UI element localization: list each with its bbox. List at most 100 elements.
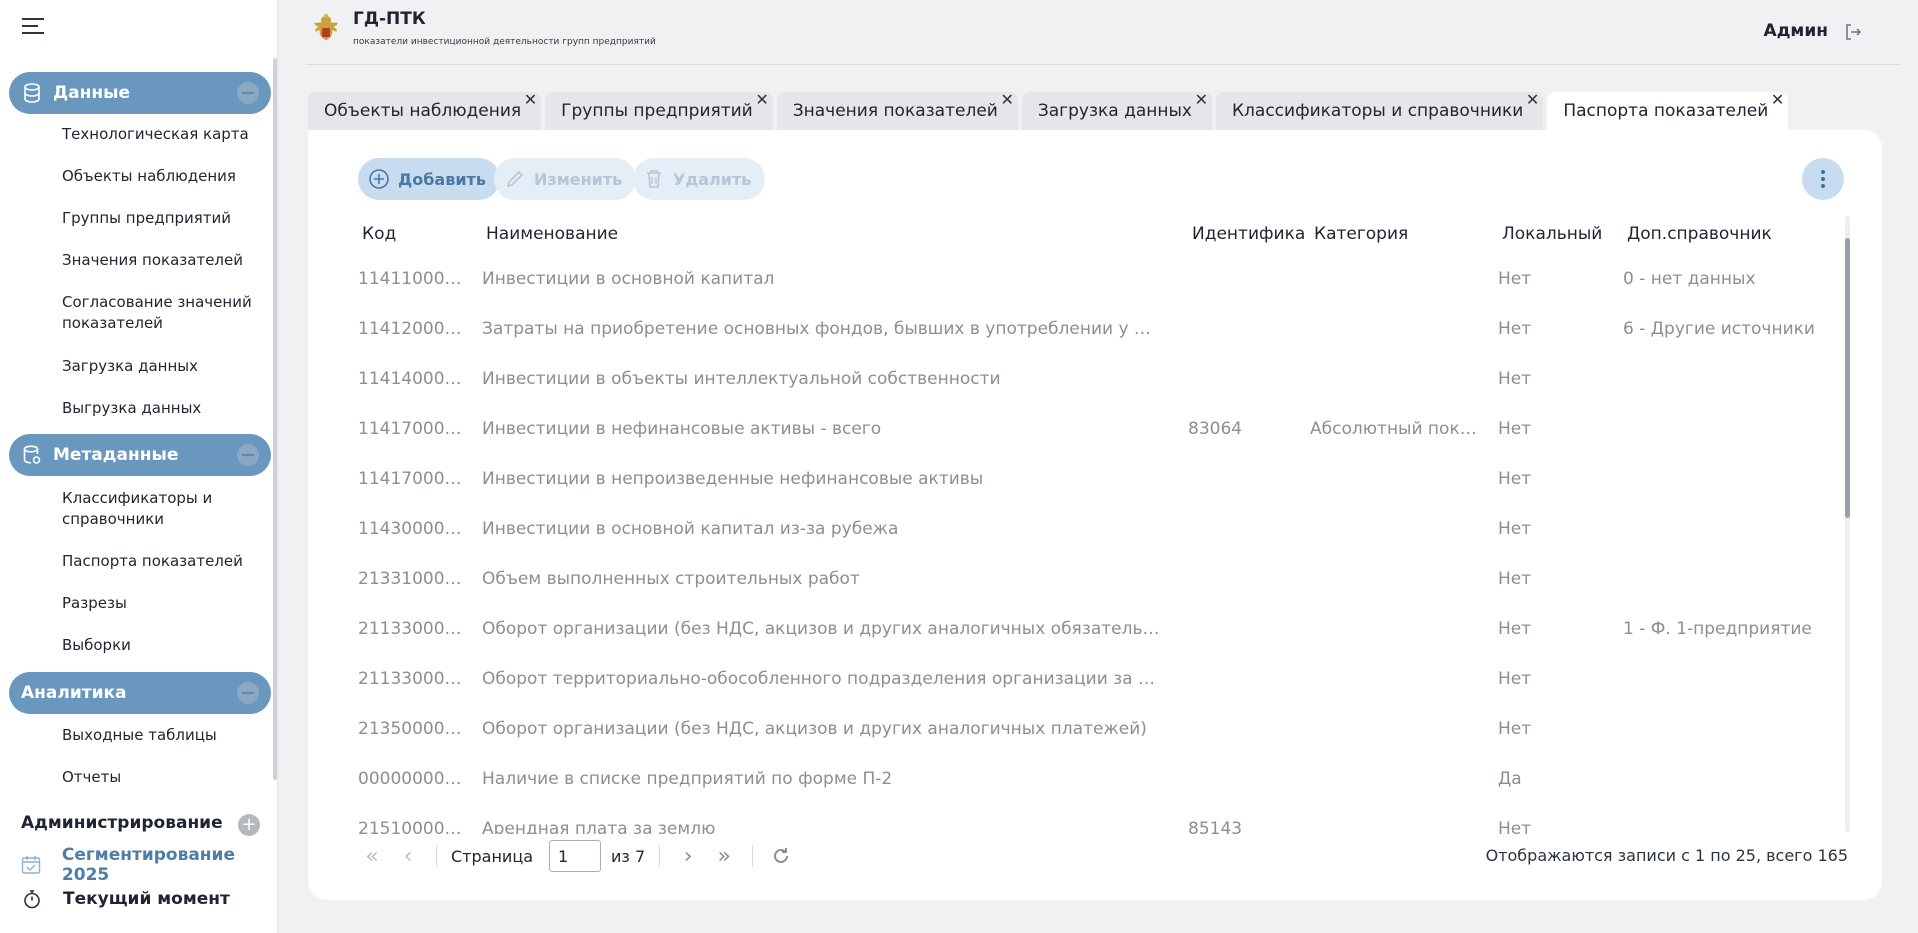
- menu-icon[interactable]: [22, 18, 44, 36]
- cell-identifier: [1188, 554, 1300, 604]
- table-row[interactable]: 000000000... Наличие в списке предприяти…: [358, 754, 1818, 804]
- cell-name: Инвестиции в основной капитал: [482, 269, 775, 289]
- cell-identifier: [1188, 704, 1300, 754]
- collapse-icon[interactable]: [237, 444, 259, 466]
- page-count: из 7: [611, 846, 646, 866]
- column-header-extra-directory[interactable]: Доп.справочник: [1627, 214, 1822, 254]
- records-info: Отображаются записи с 1 по 25, всего 165: [1485, 846, 1848, 865]
- tab-upload[interactable]: Загрузка данных ✕: [1021, 92, 1212, 130]
- close-icon[interactable]: ✕: [1000, 92, 1013, 108]
- table-row[interactable]: 114170002... Инвестиции в непроизведенны…: [358, 454, 1818, 504]
- table-row[interactable]: 114140002... Инвестиции в объекты интелл…: [358, 354, 1818, 404]
- first-page-icon[interactable]: «: [358, 842, 386, 870]
- sidebar-section-analytics[interactable]: Аналитика: [9, 672, 271, 714]
- cell-local: Да: [1498, 769, 1522, 789]
- app-subtitle: показатели инвестиционной деятельности г…: [353, 37, 656, 47]
- add-button-label: Добавить: [398, 169, 486, 189]
- sidebar-item-sections[interactable]: Разрезы: [62, 593, 262, 614]
- trash-icon: [643, 168, 665, 190]
- table-row[interactable]: 114300002... Инвестиции в основной капит…: [358, 504, 1818, 554]
- content-panel: Добавить Изменить Удалить Код Наименован…: [308, 130, 1882, 900]
- table-row[interactable]: 211330002... Оборот территориально-обосо…: [358, 654, 1818, 704]
- tab-passports[interactable]: Паспорта показателей ✕: [1547, 92, 1789, 130]
- collapse-icon[interactable]: [237, 682, 259, 704]
- page-number-input[interactable]: [549, 840, 602, 872]
- edit-button[interactable]: Изменить: [494, 158, 637, 200]
- table-row[interactable]: 114170002... Инвестиции в нефинансовые а…: [358, 404, 1818, 454]
- table-row[interactable]: 114120002... Затраты на приобретение осн…: [358, 304, 1818, 354]
- logout-icon[interactable]: [1844, 23, 1862, 41]
- refresh-icon[interactable]: [767, 842, 795, 870]
- table-row[interactable]: 211330002... Оборот организации (без НДС…: [358, 604, 1818, 654]
- sidebar-section-title: Аналитика: [21, 683, 127, 703]
- close-icon[interactable]: ✕: [524, 92, 537, 108]
- column-header-name[interactable]: Наименование: [486, 214, 1166, 254]
- sidebar-item-export[interactable]: Выгрузка данных: [62, 398, 262, 419]
- collapse-icon[interactable]: [237, 82, 259, 104]
- table-row[interactable]: 114110002... Инвестиции в основной капит…: [358, 254, 1818, 304]
- cell-local: Нет: [1498, 619, 1532, 639]
- column-header-code[interactable]: Код: [362, 214, 472, 254]
- add-button[interactable]: Добавить: [358, 158, 500, 200]
- add-circle-icon: [368, 168, 390, 190]
- tab-label: Классификаторы и справочники: [1231, 101, 1524, 121]
- prev-page-icon[interactable]: ‹: [394, 842, 422, 870]
- cell-category: [1310, 754, 1485, 804]
- sidebar-item-passports[interactable]: Паспорта показателей: [62, 551, 262, 572]
- cell-category: [1310, 504, 1485, 554]
- sidebar-item-samples[interactable]: Выборки: [62, 635, 262, 656]
- sidebar-item-values[interactable]: Значения показателей: [62, 250, 262, 271]
- header-divider: [306, 64, 1900, 65]
- table-row[interactable]: 213310002... Объем выполненных строитель…: [358, 554, 1818, 604]
- sidebar-section-metadata[interactable]: Метаданные: [9, 434, 271, 476]
- delete-button[interactable]: Удалить: [633, 158, 766, 200]
- cell-name: Наличие в списке предприятий по форме П-…: [482, 769, 893, 789]
- cell-category: [1310, 254, 1485, 304]
- database-icon: [21, 82, 43, 104]
- cell-identifier: [1188, 304, 1300, 354]
- sidebar-scrollbar[interactable]: [273, 58, 277, 780]
- cell-name: Инвестиции в непроизведенные нефинансовы…: [482, 469, 984, 489]
- header: ГД-ПТК показатели инвестиционной деятель…: [279, 0, 1918, 64]
- tab-groups[interactable]: Группы предприятий ✕: [545, 92, 773, 130]
- table-row[interactable]: 213500002... Оборот организации (без НДС…: [358, 704, 1818, 754]
- more-options-icon[interactable]: [1802, 158, 1844, 200]
- sidebar-item-upload[interactable]: Загрузка данных: [62, 356, 262, 377]
- column-header-identifier[interactable]: Идентификат: [1192, 214, 1304, 254]
- column-header-local[interactable]: Локальный: [1502, 214, 1612, 254]
- close-icon[interactable]: ✕: [1771, 92, 1784, 108]
- cell-name: Инвестиции в нефинансовые активы - всего: [482, 419, 882, 439]
- table-row[interactable]: 215100002... Арендная плата за землю 851…: [358, 804, 1818, 834]
- close-icon[interactable]: ✕: [1526, 92, 1539, 108]
- period-selector[interactable]: Сегментирование 2025: [21, 845, 277, 885]
- sidebar-item-output-tables[interactable]: Выходные таблицы: [62, 725, 262, 746]
- sidebar-section-admin[interactable]: Администрирование: [21, 813, 223, 833]
- sidebar-item-approval[interactable]: Согласование значений показателей: [62, 292, 262, 334]
- last-page-icon[interactable]: »: [710, 842, 738, 870]
- sidebar-item-classifiers[interactable]: Классификаторы и справочники: [62, 488, 262, 530]
- cell-code: 000000000...: [358, 769, 468, 789]
- sidebar-item-objects[interactable]: Объекты наблюдения: [62, 166, 262, 187]
- cell-category: [1310, 554, 1485, 604]
- close-icon[interactable]: ✕: [1195, 92, 1208, 108]
- period-label: Сегментирование 2025: [61, 845, 235, 885]
- tab-values[interactable]: Значения показателей ✕: [776, 92, 1018, 130]
- sidebar-section-data[interactable]: Данные: [9, 72, 271, 114]
- cell-local: Нет: [1498, 719, 1532, 739]
- sidebar-item-reports[interactable]: Отчеты: [62, 767, 262, 788]
- next-page-icon[interactable]: ›: [674, 842, 702, 870]
- cell-name: Инвестиции в объекты интеллектуальной со…: [482, 369, 1001, 389]
- pagination-bar: « ‹ Страница из 7 › » Отображаются запис…: [358, 836, 1848, 876]
- sidebar-item-tech-map[interactable]: Технологическая карта: [62, 124, 262, 145]
- moment-selector[interactable]: Текущий момент: [21, 888, 230, 910]
- tab-classifiers[interactable]: Классификаторы и справочники ✕: [1215, 92, 1544, 130]
- user-name[interactable]: Админ: [1764, 21, 1828, 41]
- close-icon[interactable]: ✕: [755, 92, 768, 108]
- tab-label: Значения показателей: [792, 101, 998, 121]
- sidebar-item-groups[interactable]: Группы предприятий: [62, 208, 262, 229]
- cell-extra-directory: [1623, 804, 1818, 834]
- expand-icon[interactable]: +: [238, 814, 260, 836]
- column-header-category[interactable]: Категория: [1314, 214, 1489, 254]
- tab-objects[interactable]: Объекты наблюдения ✕: [308, 92, 542, 130]
- tab-label: Паспорта показателей: [1563, 101, 1769, 121]
